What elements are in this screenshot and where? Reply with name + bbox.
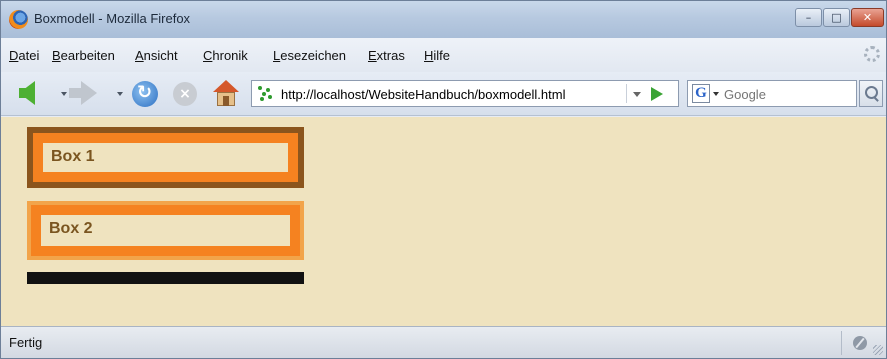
box-1-content: Box 1 — [43, 143, 288, 172]
back-icon[interactable] — [19, 81, 35, 105]
status-block-icon[interactable] — [853, 336, 867, 350]
close-button[interactable]: ✕ — [851, 8, 884, 27]
navigation-toolbar: × http://localhost/WebsiteHandbuch/boxmo… — [1, 72, 886, 116]
status-bar: Fertig — [1, 326, 886, 358]
home-icon[interactable] — [211, 80, 241, 108]
maximize-button[interactable]: □ — [823, 8, 850, 27]
site-favicon-icon — [258, 86, 274, 102]
search-engine-icon[interactable]: G — [692, 84, 710, 103]
resize-grip-icon[interactable] — [873, 345, 883, 355]
firefox-logo-icon — [9, 10, 28, 29]
back-history-dropdown-icon[interactable] — [61, 92, 67, 96]
window-title: Boxmodell - Mozilla Firefox — [34, 11, 191, 26]
search-bar: G — [687, 80, 857, 107]
status-text: Fertig — [9, 335, 43, 350]
box-2-label: Box 2 — [49, 220, 93, 237]
url-history-dropdown-icon[interactable] — [626, 84, 644, 103]
menu-datei[interactable]: Datei — [9, 48, 39, 63]
menu-hilfe[interactable]: Hilfe — [424, 48, 450, 63]
url-text[interactable]: http://localhost/WebsiteHandbuch/boxmode… — [281, 87, 565, 102]
menu-bar: Datei Bearbeiten Ansicht Chronik Lesezei… — [1, 38, 886, 72]
menu-chronik[interactable]: Chronik — [203, 48, 248, 63]
activity-throbber-icon — [864, 46, 880, 62]
status-divider — [841, 331, 842, 355]
minimize-button[interactable]: – — [795, 8, 822, 27]
go-icon[interactable] — [651, 87, 663, 101]
box-1: Box 1 — [27, 127, 304, 188]
menu-lesezeichen[interactable]: Lesezeichen — [273, 48, 346, 63]
menu-extras[interactable]: Extras — [368, 48, 405, 63]
reload-icon[interactable] — [132, 81, 158, 107]
search-engine-dropdown-icon[interactable] — [713, 92, 719, 96]
box-1-label: Box 1 — [51, 148, 95, 165]
browser-window: Boxmodell - Mozilla Firefox – □ ✕ Datei … — [0, 0, 887, 359]
search-icon[interactable] — [859, 80, 883, 107]
page-content: Box 1 Box 2 — [1, 117, 886, 326]
forward-history-dropdown-icon[interactable] — [117, 92, 123, 96]
box-2: Box 2 — [27, 201, 304, 260]
menu-ansicht[interactable]: Ansicht — [135, 48, 178, 63]
stop-icon[interactable]: × — [173, 82, 197, 106]
title-bar: Boxmodell - Mozilla Firefox – □ ✕ — [1, 1, 886, 38]
menu-bearbeiten[interactable]: Bearbeiten — [52, 48, 115, 63]
search-input[interactable] — [724, 84, 854, 104]
box-2-content: Box 2 — [41, 215, 290, 246]
forward-icon[interactable] — [69, 81, 97, 105]
url-bar[interactable]: http://localhost/WebsiteHandbuch/boxmode… — [251, 80, 679, 107]
black-bar — [27, 272, 304, 284]
